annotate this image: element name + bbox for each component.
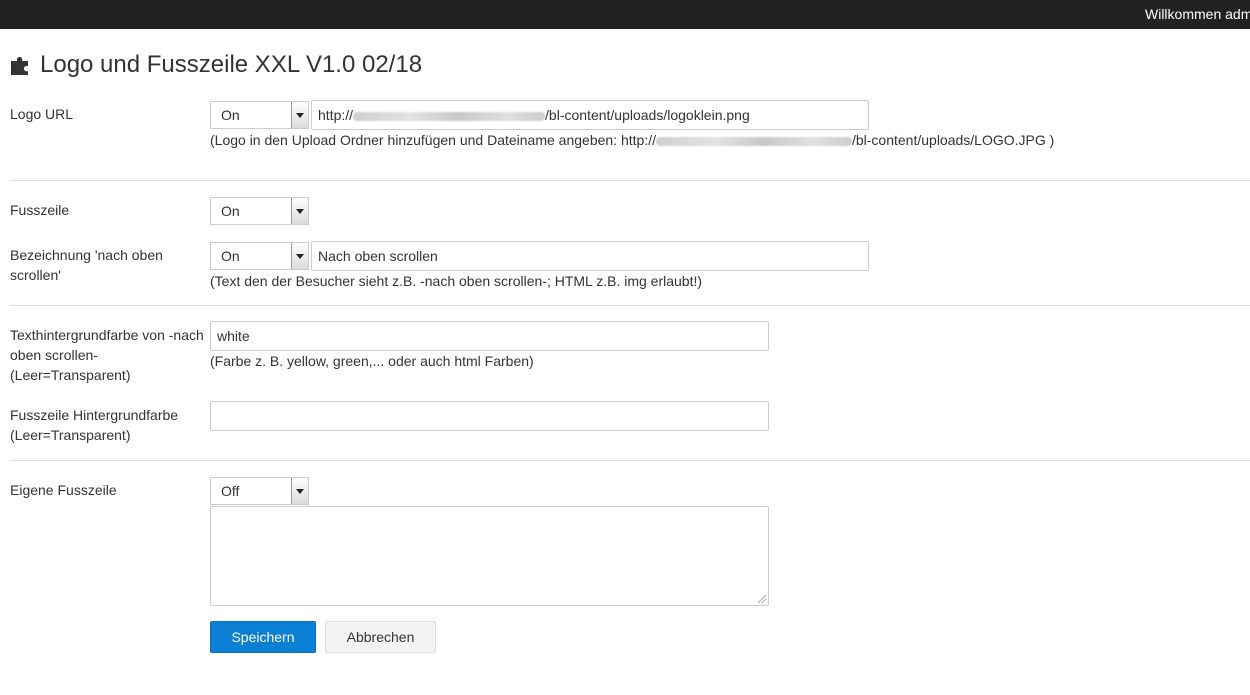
- logo-url-help: (Logo in den Upload Ordner hinzufügen un…: [210, 131, 1054, 149]
- custom-footer-textarea[interactable]: [210, 506, 769, 606]
- footer-bg-input[interactable]: [210, 401, 769, 431]
- text-bg-label-line1: Texthintergrundfarbe von -nach: [10, 327, 204, 343]
- nach-oben-select[interactable]: On: [210, 242, 309, 270]
- logo-url-help-prefix: (Logo in den Upload Ordner hinzufügen un…: [210, 132, 656, 148]
- logo-url-select-value: On: [221, 107, 240, 123]
- logo-url-input[interactable]: http:// /bl-content/uploads/logoklein.png: [311, 100, 869, 130]
- cancel-button[interactable]: Abbrechen: [325, 621, 436, 653]
- text-bg-help: (Farbe z. B. yellow, green,... oder auch…: [210, 353, 534, 369]
- redacted-domain: [655, 136, 852, 146]
- resize-handle-icon[interactable]: [758, 595, 766, 603]
- fusszeile-label: Fusszeile: [10, 202, 70, 218]
- nach-oben-input-value: Nach oben scrollen: [318, 248, 438, 264]
- footer-bg-label: Fusszeile Hintergrundfarbe (Leer=Transpa…: [10, 405, 178, 445]
- nach-oben-label-line2: scrollen': [10, 267, 61, 283]
- fusszeile-select-value: On: [221, 203, 240, 219]
- logo-url-label: Logo URL: [10, 106, 74, 122]
- text-bg-input[interactable]: white: [210, 321, 769, 351]
- custom-footer-label: Eigene Fusszeile: [10, 482, 117, 498]
- text-bg-input-value: white: [217, 328, 250, 344]
- nach-oben-label: Bezeichnung 'nach oben scrollen': [10, 245, 163, 285]
- logo-url-prefix: http://: [318, 107, 354, 123]
- nach-oben-help: (Text den der Besucher sieht z.B. -nach …: [210, 273, 703, 289]
- nach-oben-select-value: On: [221, 248, 240, 264]
- footer-bg-label-line1: Fusszeile Hintergrundfarbe: [10, 407, 179, 423]
- fusszeile-select[interactable]: On: [210, 197, 309, 225]
- text-bg-label-line2: oben scrollen-: [10, 347, 98, 363]
- nach-oben-label-line1: Bezeichnung 'nach oben: [10, 247, 163, 263]
- nach-oben-input[interactable]: Nach oben scrollen: [311, 241, 869, 271]
- divider: [10, 460, 1250, 461]
- puzzle-icon: [11, 56, 28, 75]
- logo-url-select[interactable]: On: [210, 101, 309, 129]
- divider: [10, 180, 1250, 181]
- chevron-down-icon[interactable]: [291, 198, 308, 224]
- logo-url-help-suffix: /bl-content/uploads/LOGO.JPG ): [851, 132, 1055, 148]
- custom-footer-select-value: Off: [221, 483, 240, 499]
- page-title: Logo und Fusszeile XXL V1.0 02/18: [10, 51, 422, 79]
- custom-footer-select[interactable]: Off: [210, 477, 309, 505]
- chevron-down-icon[interactable]: [291, 243, 308, 269]
- text-bg-label-line3: (Leer=Transparent): [10, 367, 131, 383]
- top-navbar: Willkommen adm: [0, 0, 1250, 29]
- logo-url-path: /bl-content/uploads/logoklein.png: [545, 107, 750, 123]
- redacted-domain: [353, 111, 546, 121]
- footer-bg-label-line2: (Leer=Transparent): [10, 427, 131, 443]
- save-button[interactable]: Speichern: [210, 621, 316, 653]
- chevron-down-icon[interactable]: [291, 102, 308, 128]
- divider: [10, 305, 1250, 306]
- chevron-down-icon[interactable]: [291, 478, 308, 504]
- text-bg-label: Texthintergrundfarbe von -nach oben scro…: [10, 325, 204, 385]
- welcome-text[interactable]: Willkommen adm: [1145, 6, 1250, 22]
- page-title-text: Logo und Fusszeile XXL V1.0 02/18: [40, 51, 423, 78]
